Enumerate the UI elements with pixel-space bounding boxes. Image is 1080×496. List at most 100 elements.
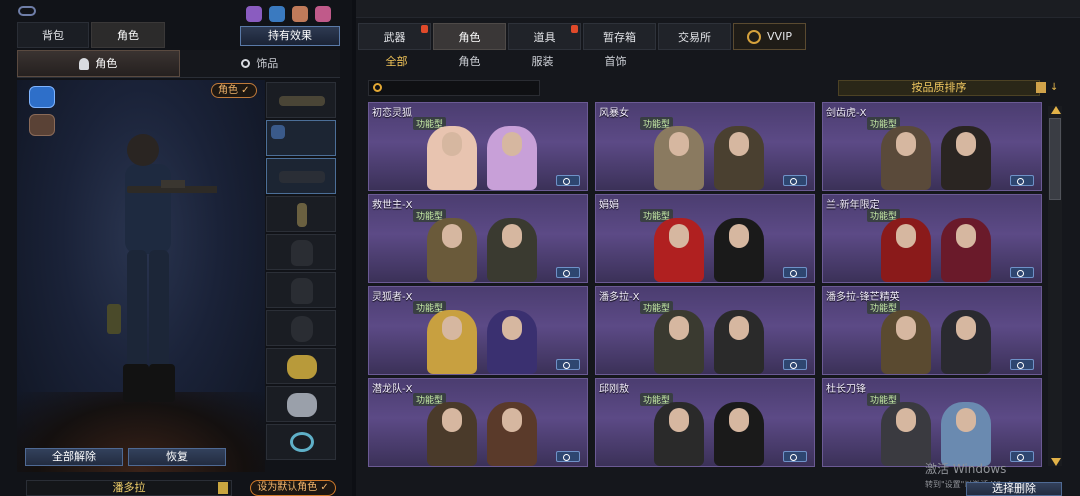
character-portrait xyxy=(941,402,991,466)
sort-dropdown[interactable]: 按品质排序 xyxy=(838,80,1040,96)
character-card-name: 风暴女 xyxy=(599,108,629,119)
filter-role[interactable]: 角色 xyxy=(433,52,506,72)
backpack-silhouette-icon xyxy=(291,278,313,304)
slot-grenade[interactable] xyxy=(266,310,336,346)
subtab-accessory[interactable]: 饰品 xyxy=(179,50,340,77)
sunglasses-icon xyxy=(279,171,325,183)
character-name-field[interactable]: 潘多拉 xyxy=(26,480,232,496)
list-icon[interactable] xyxy=(218,482,228,494)
try-on-button[interactable] xyxy=(783,451,807,462)
try-on-button[interactable] xyxy=(556,451,580,462)
character-card[interactable]: 初恋灵狐 功能型 xyxy=(368,102,588,191)
filter-all[interactable]: 全部 xyxy=(360,52,433,72)
tab-weapon-label: 武器 xyxy=(383,31,406,44)
slot-ornament-2[interactable] xyxy=(266,386,336,422)
tab-bag[interactable]: 背包 xyxy=(17,22,89,48)
character-card[interactable]: 救世主-X 功能型 xyxy=(368,194,588,283)
restore-button[interactable]: 恢复 xyxy=(128,448,226,466)
search-input[interactable] xyxy=(368,80,540,96)
ranking-icon[interactable] xyxy=(246,6,262,22)
slot-body[interactable] xyxy=(266,234,336,270)
gift-icon[interactable] xyxy=(315,6,331,22)
tab-exchange[interactable]: 交易所 xyxy=(658,23,731,50)
refresh-icon[interactable] xyxy=(269,6,285,22)
try-on-button[interactable] xyxy=(556,267,580,278)
character-portrait xyxy=(941,310,991,374)
sparkle-person-icon xyxy=(79,57,90,70)
character-portrait xyxy=(427,310,477,374)
list-icon[interactable] xyxy=(1036,82,1046,93)
set-default-character-button[interactable]: 设为默认角色 ✓ xyxy=(250,480,336,496)
try-on-button[interactable] xyxy=(556,359,580,370)
character-card[interactable]: 剑齿虎-X 功能型 xyxy=(822,102,1042,191)
key-icon xyxy=(18,6,36,16)
pose-mode-icon[interactable] xyxy=(29,86,55,108)
portrait-head xyxy=(956,132,976,156)
portrait-head xyxy=(956,408,976,432)
try-on-button[interactable] xyxy=(783,175,807,186)
character-card[interactable]: 兰-新年限定 功能型 xyxy=(822,194,1042,283)
try-on-button[interactable] xyxy=(1010,175,1034,186)
character-preview[interactable]: 角色 ✓ 全部解除 恢复 xyxy=(17,80,265,472)
portrait-head xyxy=(442,316,462,340)
slot-ornament-3[interactable] xyxy=(266,424,336,460)
try-on-button[interactable] xyxy=(1010,267,1034,278)
style-icon[interactable] xyxy=(292,6,308,22)
filter-outfit[interactable]: 服装 xyxy=(506,52,579,72)
try-on-button[interactable] xyxy=(556,175,580,186)
character-card[interactable]: 灵狐者-X 功能型 xyxy=(368,286,588,375)
equipment-slots xyxy=(266,82,336,462)
tab-weapon[interactable]: 武器 xyxy=(358,23,431,50)
tab-vvip-label: VVIP xyxy=(767,30,792,43)
character-portrait xyxy=(714,126,764,190)
character-card[interactable]: 风暴女 功能型 xyxy=(595,102,815,191)
character-card[interactable]: 杜长刀锋 功能型 xyxy=(822,378,1042,467)
role-badge[interactable]: 角色 ✓ xyxy=(211,83,257,98)
batch-delete-button[interactable]: 选择删除 xyxy=(966,482,1062,496)
character-card-name: 杜长刀锋 xyxy=(826,384,866,395)
character-card-name: 潘多拉-X xyxy=(599,292,640,303)
remove-all-button[interactable]: 全部解除 xyxy=(25,448,123,466)
character-portrait xyxy=(427,402,477,466)
subtab-role[interactable]: 角色 xyxy=(17,50,180,77)
slot-radio[interactable] xyxy=(266,196,336,232)
pet-mode-icon[interactable] xyxy=(29,114,55,136)
tab-vvip[interactable]: VVIP xyxy=(733,23,806,50)
character-card-name: 救世主-X xyxy=(372,200,413,211)
try-on-button[interactable] xyxy=(1010,359,1034,370)
portrait-head xyxy=(669,408,689,432)
portrait-head xyxy=(502,132,522,156)
portrait-head xyxy=(896,132,916,156)
character-card[interactable]: 潘多拉-锋芒精英 功能型 xyxy=(822,286,1042,375)
character-card[interactable]: 潘多拉-X 功能型 xyxy=(595,286,815,375)
slot-back[interactable] xyxy=(266,272,336,308)
tab-storage-label: 暂存箱 xyxy=(603,31,636,44)
hot-badge-icon xyxy=(571,25,578,33)
filter-jewelry[interactable]: 首饰 xyxy=(579,52,652,72)
scroll-thumb[interactable] xyxy=(1049,118,1061,200)
portrait-head xyxy=(442,408,462,432)
tab-items[interactable]: 道具 xyxy=(508,23,581,50)
hot-badge-icon xyxy=(421,25,428,33)
slot-head[interactable] xyxy=(266,120,336,156)
portrait-head xyxy=(729,316,749,340)
effects-button[interactable]: 持有效果 xyxy=(240,26,340,46)
character-card[interactable]: 邱刚敖 功能型 xyxy=(595,378,815,467)
slot-ornament-1[interactable] xyxy=(266,348,336,384)
watermark-line1: 激活 Windows xyxy=(925,462,1007,476)
sort-direction-icon[interactable]: ↓ xyxy=(1050,82,1058,93)
try-on-button[interactable] xyxy=(783,359,807,370)
character-portrait xyxy=(487,310,537,374)
character-card[interactable]: 娟娟 功能型 xyxy=(595,194,815,283)
slot-weapon[interactable] xyxy=(266,82,336,118)
tab-role[interactable]: 角色 xyxy=(91,22,165,48)
character-portrait xyxy=(941,126,991,190)
tab-role-shop[interactable]: 角色 xyxy=(433,23,506,50)
character-portrait xyxy=(714,402,764,466)
portrait-head xyxy=(896,316,916,340)
try-on-button[interactable] xyxy=(783,267,807,278)
slot-face[interactable] xyxy=(266,158,336,194)
character-card[interactable]: 潜龙队-X 功能型 xyxy=(368,378,588,467)
character-portrait xyxy=(881,310,931,374)
tab-storage[interactable]: 暂存箱 xyxy=(583,23,656,50)
